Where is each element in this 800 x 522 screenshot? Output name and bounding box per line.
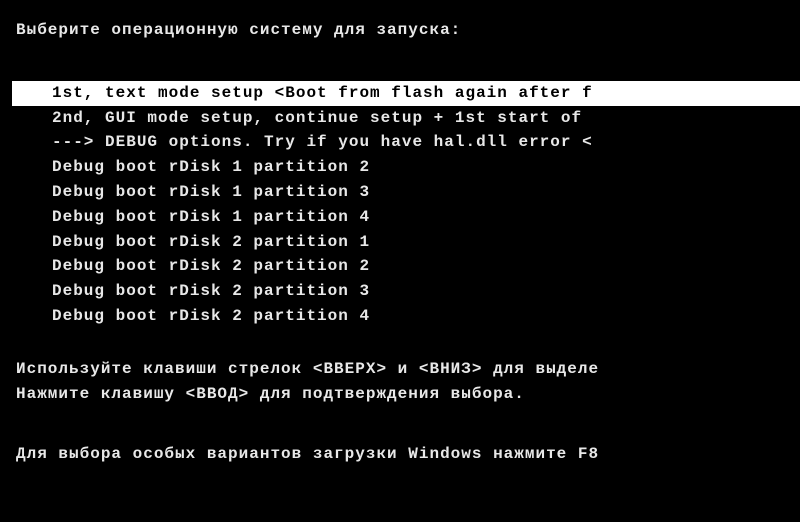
boot-menu-item-8[interactable]: Debug boot rDisk 2 partition 3 bbox=[52, 279, 800, 304]
boot-menu-item-1[interactable]: 2nd, GUI mode setup, continue setup + 1s… bbox=[52, 106, 800, 131]
instructions-line1: Используйте клавиши стрелок <ВВЕРХ> и <В… bbox=[16, 357, 800, 382]
boot-menu-item-3[interactable]: Debug boot rDisk 1 partition 2 bbox=[52, 155, 800, 180]
boot-menu-item-7[interactable]: Debug boot rDisk 2 partition 2 bbox=[52, 254, 800, 279]
boot-menu-item-2[interactable]: ---> DEBUG options. Try if you have hal.… bbox=[52, 130, 800, 155]
boot-menu-item-6[interactable]: Debug boot rDisk 2 partition 1 bbox=[52, 230, 800, 255]
instructions-line2: Нажмите клавишу <ВВОД> для подтверждения… bbox=[16, 382, 800, 407]
boot-menu-list: 1st, text mode setup <Boot from flash ag… bbox=[12, 81, 800, 329]
boot-menu-item-0[interactable]: 1st, text mode setup <Boot from flash ag… bbox=[12, 81, 800, 106]
boot-menu-item-9[interactable]: Debug boot rDisk 2 partition 4 bbox=[52, 304, 800, 329]
boot-menu-item-5[interactable]: Debug boot rDisk 1 partition 4 bbox=[52, 205, 800, 230]
boot-menu-item-4[interactable]: Debug boot rDisk 1 partition 3 bbox=[52, 180, 800, 205]
boot-footer: Для выбора особых вариантов загрузки Win… bbox=[12, 442, 800, 467]
boot-instructions: Используйте клавиши стрелок <ВВЕРХ> и <В… bbox=[12, 357, 800, 407]
boot-menu-title: Выберите операционную систему для запуск… bbox=[12, 18, 800, 43]
